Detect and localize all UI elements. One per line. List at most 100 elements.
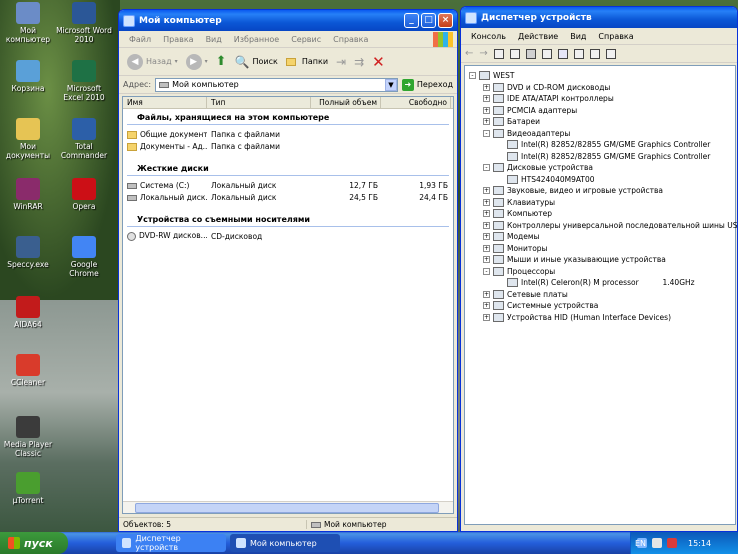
volume-icon[interactable]: [652, 538, 662, 548]
menu-view[interactable]: Вид: [200, 35, 228, 44]
update-driver-icon[interactable]: [573, 48, 584, 59]
collapse-icon[interactable]: -: [483, 129, 490, 137]
menu-help[interactable]: Справка: [327, 35, 374, 44]
refresh-icon[interactable]: [541, 48, 552, 59]
device-category[interactable]: + IDE ATA/ATAPI контроллеры: [483, 93, 614, 104]
device-category[interactable]: + Сетевые платы: [483, 289, 568, 300]
device-item[interactable]: HTS424040M9AT00: [497, 174, 595, 185]
explorer-window[interactable]: Мой компьютер _ □ × Файл Правка Вид Избр…: [118, 9, 458, 532]
menu-help[interactable]: Справка: [592, 32, 639, 41]
device-category[interactable]: + Клавиатуры: [483, 197, 555, 208]
device-category[interactable]: + Модемы: [483, 231, 539, 242]
expand-icon[interactable]: +: [483, 313, 490, 321]
desktop-icon[interactable]: Корзина: [0, 60, 56, 93]
disable-icon[interactable]: [605, 48, 616, 59]
back-arrow-icon[interactable]: ←: [465, 48, 473, 59]
device-item[interactable]: Intel(R) 82852/82855 GM/GME Graphics Con…: [497, 139, 710, 150]
device-category[interactable]: + Мониторы: [483, 243, 547, 254]
collapse-icon[interactable]: -: [469, 72, 476, 79]
desktop-icon[interactable]: Google Chrome: [56, 236, 112, 278]
device-category[interactable]: + Контроллеры универсальной последователь…: [483, 220, 738, 231]
copy-to-button[interactable]: ⇉: [350, 55, 368, 69]
forward-arrow-icon[interactable]: →: [479, 48, 487, 59]
desktop-icon[interactable]: Media Player Classic: [0, 416, 56, 458]
expand-icon[interactable]: +: [483, 198, 490, 206]
address-input[interactable]: Мой компьютер ▼: [155, 77, 398, 92]
expand-icon[interactable]: +: [483, 118, 490, 125]
go-button[interactable]: ➜ Переход: [401, 78, 453, 91]
menu-file[interactable]: Файл: [123, 35, 157, 44]
desktop-icon[interactable]: Мой компьютер: [0, 2, 56, 44]
chevron-down-icon[interactable]: ▼: [384, 78, 397, 91]
device-category[interactable]: - Видеоадаптеры: [483, 128, 570, 139]
file-row[interactable]: DVD-RW дисков... CD-дисковод: [123, 230, 453, 242]
menu-view[interactable]: Вид: [564, 32, 592, 41]
horizontal-scrollbar[interactable]: [123, 501, 453, 513]
folders-button[interactable]: Папки: [282, 57, 332, 66]
menu-action[interactable]: Действие: [512, 32, 564, 41]
expand-icon[interactable]: +: [483, 244, 490, 252]
file-row[interactable]: Система (C:) Локальный диск 12,7 ГБ 1,93 ГБ: [123, 179, 453, 191]
file-row[interactable]: Общие документы Папка с файлами: [123, 128, 453, 140]
tree-root[interactable]: - WEST: [469, 70, 515, 81]
device-category[interactable]: + DVD и CD-ROM дисководы: [483, 82, 610, 93]
file-list[interactable]: Имя Тип Полный объем Свободно Файлы, хра…: [122, 96, 454, 514]
column-name[interactable]: Имя: [123, 96, 207, 109]
column-type[interactable]: Тип: [207, 96, 311, 109]
expand-icon[interactable]: +: [483, 290, 490, 298]
delete-button[interactable]: ✕: [368, 53, 389, 71]
menu-favorites[interactable]: Избранное: [228, 35, 285, 44]
expand-icon[interactable]: +: [483, 83, 490, 91]
up-button[interactable]: ⬆: [212, 54, 231, 69]
explorer-titlebar[interactable]: Мой компьютер _ □ ×: [119, 10, 457, 31]
desktop-icon[interactable]: Мои документы: [0, 118, 56, 160]
menu-edit[interactable]: Правка: [157, 35, 199, 44]
expand-icon[interactable]: +: [483, 210, 490, 217]
forward-button[interactable]: ▶ ▾: [182, 53, 212, 70]
minimize-button[interactable]: _: [404, 13, 419, 28]
device-tree[interactable]: - WEST + DVD и CD-ROM дисководы + IDE ATA/ATA…: [464, 65, 738, 525]
device-category[interactable]: + Батареи: [483, 116, 540, 127]
scrollbar-thumb[interactable]: [135, 503, 439, 513]
maximize-button[interactable]: □: [421, 13, 436, 28]
desktop-icon[interactable]: AIDA64: [0, 296, 56, 329]
menu-console[interactable]: Консоль: [465, 32, 512, 41]
device-item[interactable]: Intel(R) 82852/82855 GM/GME Graphics Con…: [497, 151, 710, 162]
desktop-icon[interactable]: µTorrent: [0, 472, 56, 505]
file-row[interactable]: Документы - Ад... Папка с файлами: [123, 140, 453, 152]
security-icon[interactable]: [667, 538, 677, 548]
help-icon[interactable]: [509, 48, 520, 59]
file-row[interactable]: Локальный диск... Локальный диск 24,5 ГБ 24…: [123, 191, 453, 203]
menu-tools[interactable]: Сервис: [285, 35, 327, 44]
device-category[interactable]: + Компьютер: [483, 208, 552, 219]
device-category[interactable]: + Мыши и иные указывающие устройства: [483, 254, 666, 265]
desktop-icon[interactable]: Opera: [56, 178, 112, 211]
start-button[interactable]: пуск: [0, 532, 68, 554]
expand-icon[interactable]: +: [483, 302, 490, 309]
devmgr-titlebar[interactable]: Диспетчер устройств: [461, 7, 737, 28]
collapse-icon[interactable]: -: [483, 164, 490, 171]
device-category[interactable]: + Звуковые, видео и игровые устройства: [483, 185, 663, 196]
expand-icon[interactable]: +: [483, 106, 490, 114]
task-device-manager[interactable]: Диспетчер устройств: [116, 534, 226, 552]
column-total[interactable]: Полный объем: [311, 96, 381, 109]
device-category[interactable]: + Устройства HID (Human Interface Devices…: [483, 312, 671, 323]
expand-icon[interactable]: +: [483, 221, 490, 229]
move-to-button[interactable]: ⇥: [332, 55, 350, 69]
desktop-icon[interactable]: Speccy.exe: [0, 236, 56, 269]
expand-icon[interactable]: +: [483, 233, 490, 240]
device-manager-window[interactable]: Диспетчер устройств Консоль Действие Вид…: [460, 6, 738, 532]
expand-icon[interactable]: +: [483, 256, 490, 263]
device-category[interactable]: + PCMCIA адаптеры: [483, 105, 577, 116]
column-free[interactable]: Свободно: [381, 96, 451, 109]
language-indicator[interactable]: EN: [635, 539, 646, 548]
collapse-icon[interactable]: -: [483, 267, 490, 275]
back-button[interactable]: ◀ Назад ▾: [123, 53, 182, 70]
properties-icon[interactable]: [493, 48, 504, 59]
expand-icon[interactable]: +: [483, 187, 490, 194]
print-icon[interactable]: [525, 48, 536, 59]
device-category[interactable]: - Процессоры: [483, 266, 555, 277]
desktop-icon[interactable]: Microsoft Word 2010: [56, 2, 112, 44]
desktop-icon[interactable]: Microsoft Excel 2010: [56, 60, 112, 102]
expand-icon[interactable]: +: [483, 95, 490, 102]
